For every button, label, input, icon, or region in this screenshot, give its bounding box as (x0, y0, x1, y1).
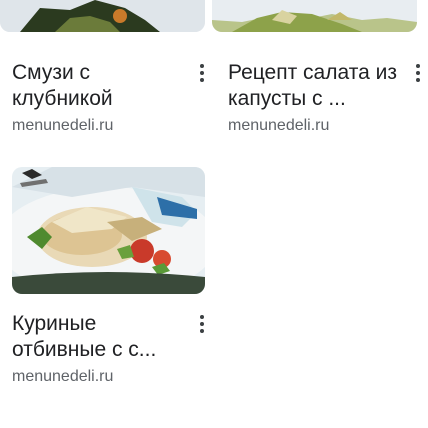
result-thumbnail[interactable] (0, 0, 205, 32)
result-title[interactable]: Смузи с клубникой (12, 60, 182, 112)
more-vert-icon[interactable] (408, 60, 428, 86)
result-thumbnail[interactable] (212, 0, 417, 32)
more-vert-icon[interactable] (192, 311, 212, 337)
chicken-cutlets-photo (12, 167, 205, 294)
result-source: menunedeli.ru (228, 117, 330, 134)
strawberry-smoothie-photo (0, 0, 205, 32)
result-card-2[interactable]: Рецепт салата из капусты с ... menunedel… (212, 0, 428, 140)
cabbage-salad-photo (212, 0, 417, 32)
more-vert-icon[interactable] (192, 60, 212, 86)
result-title[interactable]: Куриные отбивные с с... (12, 311, 182, 363)
result-source: menunedeli.ru (12, 368, 114, 385)
result-title[interactable]: Рецепт салата из капусты с ... (228, 60, 398, 112)
result-card-3[interactable]: Куриные отбивные с с... menunedeli.ru (0, 165, 214, 405)
result-card-1[interactable]: Смузи с клубникой menunedeli.ru (0, 0, 214, 140)
result-thumbnail[interactable] (12, 167, 205, 294)
result-source: menunedeli.ru (12, 117, 114, 134)
